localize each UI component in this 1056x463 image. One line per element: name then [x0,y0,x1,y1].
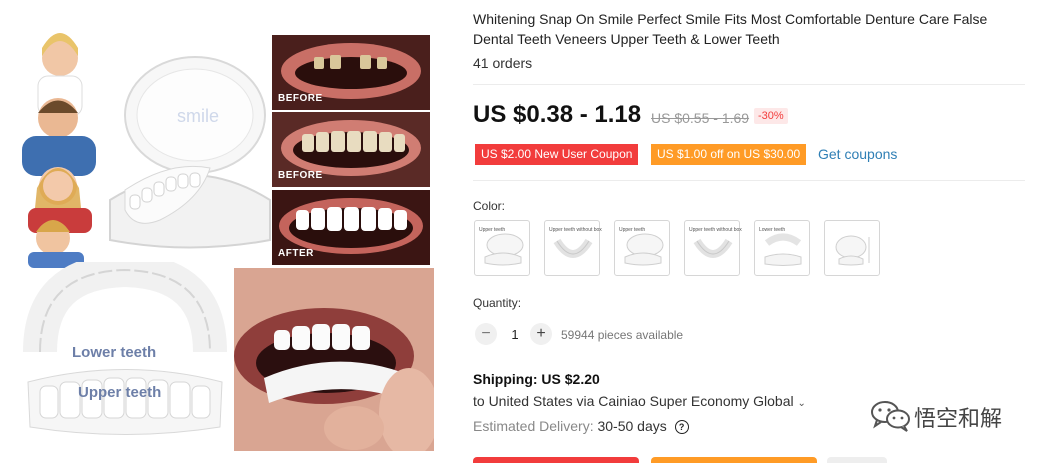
buy-now-button[interactable] [473,457,639,463]
color-option[interactable]: Upper teeth [614,220,670,276]
product-image[interactable]: smile BEFORE BEFORE AFTER Lower teeth Up… [0,0,440,461]
product-title: Whitening Snap On Smile Perfect Smile Fi… [473,11,988,47]
teeth-arch-photo: Lower teeth Upper teeth [20,262,230,442]
before-photo-2: BEFORE [272,112,430,187]
help-icon[interactable]: ? [674,420,689,434]
svg-text:smile: smile [177,106,219,126]
color-option[interactable] [824,220,880,276]
stock-available: 59944 pieces available [561,328,684,342]
order-count: 41 orders [473,55,533,71]
wishlist-button[interactable] [827,457,887,463]
wechat-watermark: 悟空和解 [870,398,1002,432]
color-option-text: Upper teeth [619,227,646,233]
after-label: AFTER [278,248,314,259]
before-photo-1: BEFORE [272,35,430,110]
after-photo: AFTER [272,190,430,265]
wearing-demo-photo [234,268,434,451]
color-option[interactable]: Upper teeth without box [684,220,742,276]
upper-teeth-label: Upper teeth [78,384,162,401]
new-user-coupon[interactable]: US $2.00 New User Coupon [475,144,639,165]
color-option[interactable]: Lower teeth [754,220,810,276]
quantity-input[interactable]: 1 [509,327,521,342]
color-option-text: Upper teeth without box [549,227,602,233]
estimated-delivery-value: 30-50 days [597,418,667,434]
divider [473,180,1025,181]
watermark-text: 悟空和解 [914,407,1003,432]
color-option-text: Upper teeth [479,227,506,233]
family-photo [8,18,108,268]
denture-case-photo: smile [100,50,275,260]
wechat-icon [871,401,910,432]
color-option-image [553,238,593,258]
estimated-delivery-label: Estimated Delivery: [473,418,594,434]
quantity-decrease-button[interactable]: − [475,323,497,345]
add-to-cart-button[interactable] [651,457,817,463]
estimated-delivery: Estimated Delivery: 30-50 days ? [473,418,689,434]
lower-teeth-label: Lower teeth [72,344,157,361]
color-option-text: Lower teeth [759,227,786,233]
divider [473,84,1025,85]
color-option-image [624,233,664,266]
shipping-method[interactable]: to United States via Cainiao Super Econo… [473,393,806,409]
color-option-image [693,238,733,258]
color-option[interactable]: Upper teeth [474,220,530,276]
original-price: US $0.55 - 1.69 [651,110,750,126]
color-option[interactable]: Upper teeth without box [544,220,602,276]
quantity-increase-button[interactable]: + [530,323,552,345]
before-label-1: BEFORE [278,93,323,104]
color-label: Color: [473,199,506,213]
color-option-image [764,233,802,266]
get-coupons-link[interactable]: Get coupons [818,146,897,162]
quantity-label: Quantity: [473,296,522,310]
shipping-destination: to United States via Cainiao Super Econo… [473,393,794,409]
color-option-text: Upper teeth without box [689,227,742,233]
store-coupon[interactable]: US $1.00 off on US $30.00 [651,144,807,165]
before-label-2: BEFORE [278,170,323,181]
color-option-image [484,233,524,266]
shipping-cost: Shipping: US $2.20 [473,371,600,387]
color-option-image [835,235,870,266]
discount-badge: -30% [754,108,788,124]
current-price: US $0.38 - 1.18 [473,101,642,128]
chevron-down-icon[interactable]: ⌄ [798,398,806,409]
